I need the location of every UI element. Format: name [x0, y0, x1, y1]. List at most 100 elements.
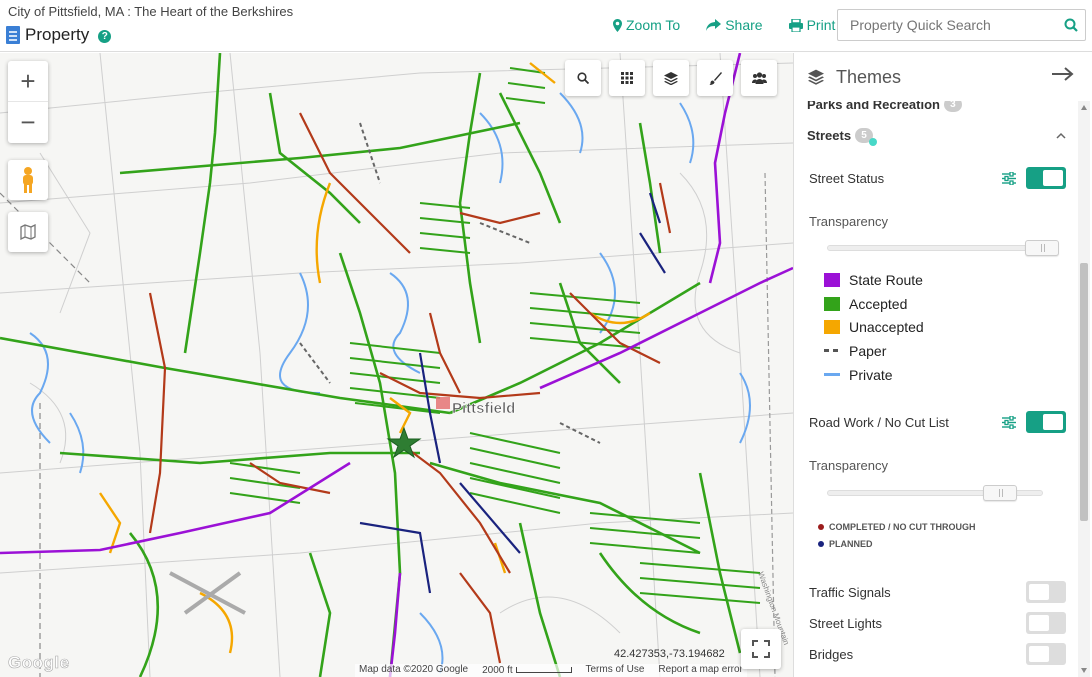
share-button[interactable]: Share — [706, 17, 763, 33]
search-icon — [577, 72, 589, 84]
print-button[interactable]: Print — [788, 17, 836, 33]
report-error-link[interactable]: Report a map error — [658, 664, 742, 677]
bridges-toggle[interactable] — [1026, 643, 1066, 665]
print-label: Print — [806, 17, 836, 33]
section-parks[interactable]: Parks and Recreation 3 — [807, 101, 962, 112]
users-button[interactable] — [741, 60, 777, 96]
scrollbar-thumb[interactable] — [1080, 263, 1088, 521]
legend-label: Private — [849, 366, 893, 383]
scroll-down-arrow[interactable] — [1081, 668, 1087, 673]
layers-icon — [664, 71, 678, 85]
map-search-button[interactable] — [565, 60, 601, 96]
road-work-toggle[interactable] — [1026, 411, 1066, 433]
notification-dot — [869, 138, 878, 146]
arrow-right-icon — [1052, 67, 1074, 81]
map-city-label: Pittsfield — [452, 400, 515, 417]
search-icon[interactable] — [1057, 18, 1085, 32]
section-parks-count: 3 — [943, 101, 962, 112]
brush-icon — [708, 71, 722, 85]
legend-label: COMPLETED / NO CUT THROUGH — [829, 521, 976, 532]
layers-icon — [808, 69, 824, 85]
layers-button[interactable] — [653, 60, 689, 96]
map-marker-icon — [613, 18, 622, 32]
panel-scrollbar[interactable] — [1078, 101, 1090, 677]
street-lights-toggle[interactable] — [1026, 612, 1066, 634]
section-streets[interactable]: Streets 5 — [807, 128, 1066, 146]
layer-road-work: Road Work / No Cut List — [809, 411, 1066, 433]
scale-indicator: 2000 ft — [482, 664, 572, 677]
map-toolbar — [565, 60, 777, 96]
collapse-panel-button[interactable] — [1052, 67, 1074, 86]
scroll-up-arrow[interactable] — [1081, 105, 1087, 110]
section-streets-count: 5 — [855, 128, 878, 146]
road-work-transparency-label: Transparency — [809, 458, 888, 473]
toggle-knob — [1029, 646, 1049, 662]
layer-road-work-label: Road Work / No Cut List — [809, 414, 949, 430]
legend-swatch — [824, 296, 840, 311]
sliders-icon[interactable] — [1002, 415, 1016, 429]
toggle-knob — [1043, 414, 1063, 430]
scale-bar — [515, 667, 572, 673]
legend-swatch — [824, 349, 840, 353]
sliders-icon[interactable] — [1002, 171, 1016, 185]
legend-item: Private — [824, 363, 924, 387]
map-data-credit: Map data ©2020 Google — [359, 664, 469, 675]
basemap-grid-button[interactable] — [609, 60, 645, 96]
property-search — [837, 9, 1086, 41]
legend-swatch — [824, 373, 840, 377]
draw-button[interactable] — [697, 60, 733, 96]
slider-thumb[interactable] — [1025, 240, 1059, 256]
app-name: Property — [25, 25, 90, 44]
street-status-transparency-label: Transparency — [809, 214, 888, 229]
legend-swatch — [818, 540, 824, 547]
legend-swatch — [818, 523, 824, 530]
toggle-knob — [1029, 615, 1049, 631]
themes-panel: Themes Parks and Recreation 3 Streets 5 … — [793, 53, 1092, 677]
fullscreen-button[interactable] — [741, 629, 781, 669]
zoom-to-label: Zoom To — [626, 17, 681, 33]
layer-street-status-label: Street Status — [809, 170, 885, 186]
layer-bridges-label: Bridges — [809, 646, 854, 662]
road-work-transparency-slider[interactable] — [827, 485, 1043, 501]
legend-item: Paper — [824, 339, 924, 363]
legend-label: Unaccepted — [849, 319, 924, 336]
legend-item: COMPLETED / NO CUT THROUGH — [818, 518, 976, 535]
city-title: City of Pittsfield, MA : The Heart of th… — [8, 4, 294, 19]
legend-item: Unaccepted — [824, 315, 924, 339]
app-title: Property ? — [6, 25, 112, 45]
zoom-to-button[interactable]: Zoom To — [613, 17, 680, 33]
zoom-out-button[interactable]: − — [8, 102, 48, 143]
layer-street-lights: Street Lights — [809, 612, 1066, 634]
legend-label: Paper — [849, 342, 887, 359]
slider-thumb[interactable] — [983, 485, 1017, 501]
street-status-toggle[interactable] — [1026, 167, 1066, 189]
grid-icon — [621, 72, 633, 84]
map-type-button[interactable] — [8, 212, 48, 252]
property-search-input[interactable] — [838, 10, 1057, 40]
street-map-canvas[interactable]: Pittsfield Washington Mountain — [0, 53, 793, 677]
panel-title: Themes — [836, 66, 902, 87]
layer-traffic-signals: Traffic Signals — [809, 581, 1066, 603]
legend-swatch — [824, 272, 840, 287]
cursor-coordinates: 42.427353,-73.194682 — [614, 648, 725, 660]
road-work-legend: COMPLETED / NO CUT THROUGH PLANNED — [818, 518, 976, 552]
map-view[interactable]: Pittsfield Washington Mountain + − Googl… — [0, 53, 793, 677]
legend-item: Accepted — [824, 292, 924, 316]
group-icon — [751, 72, 767, 84]
help-icon[interactable]: ? — [98, 30, 112, 43]
layer-traffic-signals-label: Traffic Signals — [809, 584, 891, 600]
pegman-icon — [23, 167, 33, 193]
street-view-pegman[interactable] — [8, 160, 48, 200]
section-parks-label: Parks and Recreation — [807, 101, 940, 112]
chevron-up-icon[interactable] — [1056, 132, 1066, 139]
zoom-control: + − — [8, 61, 48, 143]
terms-link[interactable]: Terms of Use — [586, 664, 645, 677]
share-icon — [706, 19, 722, 31]
share-label: Share — [725, 17, 763, 33]
legend-label: State Route — [849, 271, 923, 288]
section-streets-count-value: 5 — [861, 130, 867, 141]
traffic-signals-toggle[interactable] — [1026, 581, 1066, 603]
street-status-transparency-slider[interactable] — [827, 240, 1059, 256]
section-streets-label: Streets — [807, 128, 852, 143]
zoom-in-button[interactable]: + — [8, 61, 48, 102]
